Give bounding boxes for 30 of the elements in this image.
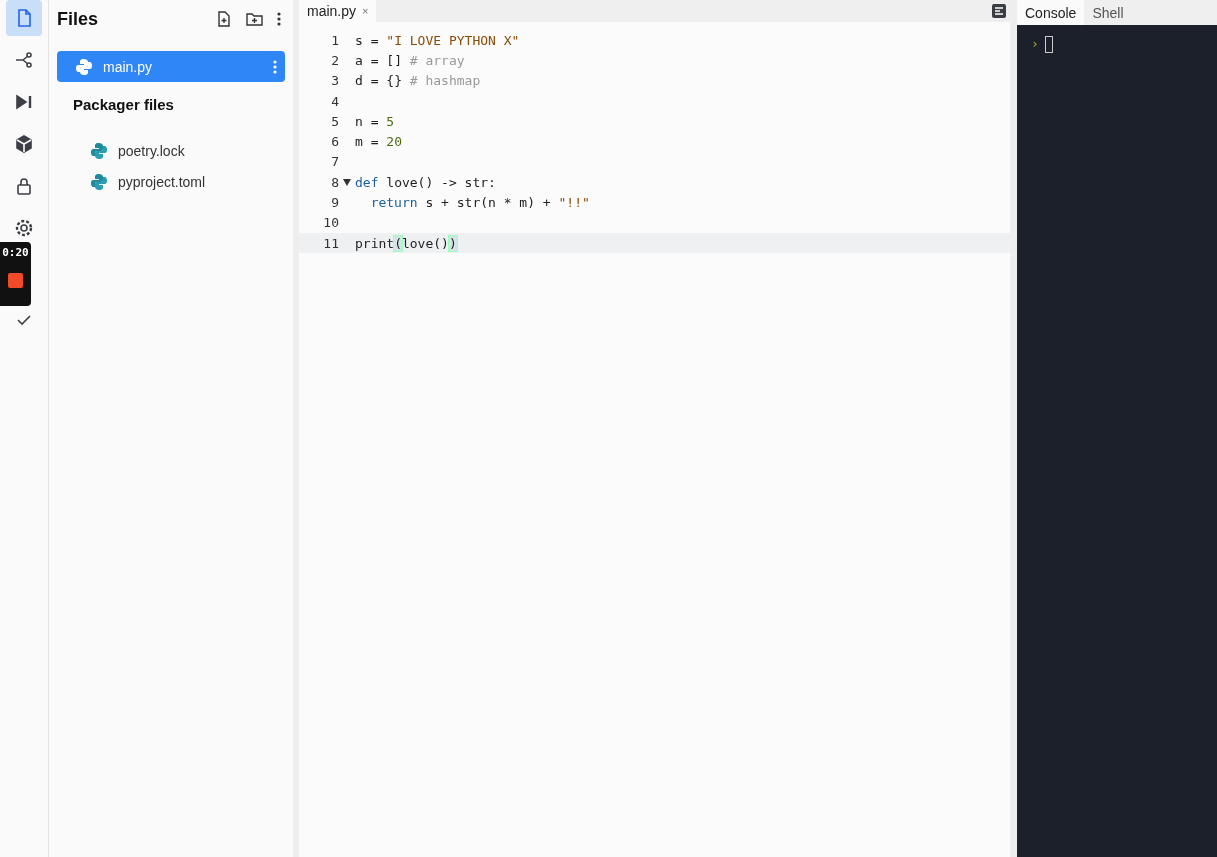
console-tab[interactable]: Shell	[1084, 0, 1132, 25]
line-number: 3	[330, 73, 339, 89]
line-number: 11	[322, 235, 339, 251]
line-number: 4	[330, 93, 339, 109]
file-item[interactable]: poetry.lock	[57, 135, 285, 166]
close-icon[interactable]: ×	[362, 5, 369, 17]
code-line: n = 5	[355, 113, 395, 129]
recording-time: 0:20	[2, 246, 29, 259]
line-number: 8	[330, 174, 339, 190]
console-tab[interactable]: Console	[1017, 0, 1085, 25]
code-line: s = "I LOVE PYTHON X"	[355, 32, 520, 48]
code-line: d = {} # hashmap	[355, 73, 481, 89]
line-number: 1	[330, 32, 339, 48]
code-line: m = 20	[355, 134, 402, 150]
code-line: return s + str(n * m) + "!!"	[370, 195, 590, 210]
files-title: Files	[57, 8, 99, 30]
file-item[interactable]: main.py	[57, 51, 285, 82]
packager-files-heading: Packager files	[73, 96, 175, 113]
code-line: a = [] # array	[355, 52, 465, 68]
console-prompt: ›	[1031, 36, 1039, 52]
line-number: 6	[330, 134, 339, 150]
line-number: 10	[322, 215, 339, 231]
line-number: 2	[330, 52, 339, 68]
line-number: 7	[330, 154, 339, 170]
code-line: def love() -> str:	[355, 174, 496, 190]
line-number: 9	[330, 195, 339, 210]
code-line: print(love())	[355, 235, 457, 251]
file-item[interactable]: pyproject.toml	[57, 166, 285, 197]
editor-tab[interactable]: main.py ×	[299, 0, 377, 22]
line-number: 5	[330, 113, 339, 129]
